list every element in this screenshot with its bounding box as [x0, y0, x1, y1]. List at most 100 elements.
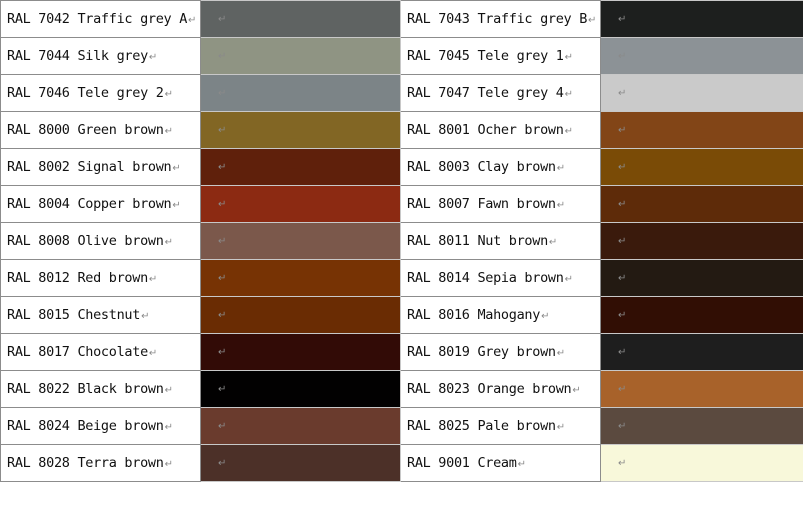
- paragraph-mark-icon: ↵: [164, 237, 173, 248]
- color-swatch-cell: ↵: [600, 370, 803, 408]
- color-name-label: RAL 8007 Fawn brown: [407, 196, 556, 212]
- paragraph-mark-icon: ↵: [618, 236, 627, 248]
- table-row: RAL 8004 Copper brown↵ ↵ RAL 8007 Fawn bro…: [0, 185, 803, 223]
- paragraph-mark-icon: ↵: [572, 385, 581, 396]
- color-name-label: RAL 8012 Red brown: [7, 270, 148, 286]
- color-swatch-cell: ↵: [600, 407, 803, 445]
- color-swatch-cell: ↵: [600, 296, 803, 334]
- color-swatch-cell: ↵: [600, 148, 803, 186]
- color-name-label: RAL 8023 Orange brown: [407, 381, 572, 397]
- color-name-label: RAL 8016 Mahogany: [407, 307, 541, 323]
- color-swatch-cell: ↵: [200, 296, 401, 334]
- color-name-label: RAL 8015 Chestnut: [7, 307, 141, 323]
- color-name-cell: RAL 8003 Clay brown↵: [400, 148, 601, 186]
- color-name-label: RAL 8019 Grey brown: [407, 344, 556, 360]
- paragraph-mark-icon: ↵: [218, 384, 227, 396]
- color-name-label: RAL 7042 Traffic grey A: [7, 11, 188, 27]
- paragraph-mark-icon: ↵: [556, 422, 565, 433]
- table-row: RAL 7042 Traffic grey A↵ ↵ RAL 7043 Traffi…: [0, 0, 803, 38]
- color-swatch-cell: ↵: [200, 333, 401, 371]
- color-name-cell: RAL 8017 Chocolate↵: [0, 333, 201, 371]
- color-name-label: RAL 8003 Clay brown: [407, 159, 556, 175]
- table-row: RAL 8002 Signal brown↵ ↵ RAL 8003 Clay bro…: [0, 148, 803, 186]
- paragraph-mark-icon: ↵: [564, 126, 573, 137]
- paragraph-mark-icon: ↵: [556, 200, 565, 211]
- paragraph-mark-icon: ↵: [164, 459, 173, 470]
- color-swatch-cell: ↵: [200, 185, 401, 223]
- paragraph-mark-icon: ↵: [172, 200, 181, 211]
- color-name-label: RAL 7044 Silk grey: [7, 48, 148, 64]
- paragraph-mark-icon: ↵: [218, 421, 227, 433]
- color-name-label: RAL 8008 Olive brown: [7, 233, 164, 249]
- table-row: RAL 8008 Olive brown↵ ↵ RAL 8011 Nut brown…: [0, 222, 803, 260]
- color-swatch-cell: ↵: [200, 0, 401, 38]
- color-name-label: RAL 8002 Signal brown: [7, 159, 172, 175]
- table-row: RAL 8028 Terra brown↵ ↵ RAL 9001 Cream↵ ↵: [0, 444, 803, 482]
- color-name-label: RAL 7047 Tele grey 4: [407, 85, 564, 101]
- paragraph-mark-icon: ↵: [218, 125, 227, 137]
- color-name-cell: RAL 8000 Green brown↵: [0, 111, 201, 149]
- color-name-label: RAL 9001 Cream: [407, 455, 517, 471]
- paragraph-mark-icon: ↵: [218, 88, 227, 100]
- color-name-cell: RAL 8007 Fawn brown↵: [400, 185, 601, 223]
- color-swatch-cell: ↵: [600, 111, 803, 149]
- color-swatch-cell: ↵: [600, 333, 803, 371]
- color-name-label: RAL 7043 Traffic grey B: [407, 11, 588, 27]
- color-swatch-cell: ↵: [200, 222, 401, 260]
- paragraph-mark-icon: ↵: [218, 458, 227, 470]
- ral-color-table-body: RAL 7042 Traffic grey A↵ ↵ RAL 7043 Traffi…: [0, 0, 803, 482]
- table-row: RAL 8015 Chestnut↵ ↵ RAL 8016 Mahogany↵ ↵: [0, 296, 803, 334]
- paragraph-mark-icon: ↵: [618, 162, 627, 174]
- paragraph-mark-icon: ↵: [164, 89, 173, 100]
- color-name-label: RAL 8004 Copper brown: [7, 196, 172, 212]
- paragraph-mark-icon: ↵: [164, 126, 173, 137]
- paragraph-mark-icon: ↵: [218, 236, 227, 248]
- paragraph-mark-icon: ↵: [618, 199, 627, 211]
- color-name-cell: RAL 8028 Terra brown↵: [0, 444, 201, 482]
- paragraph-mark-icon: ↵: [618, 347, 627, 359]
- paragraph-mark-icon: ↵: [556, 348, 565, 359]
- color-name-cell: RAL 7045 Tele grey 1↵: [400, 37, 601, 75]
- color-name-cell: RAL 8012 Red brown↵: [0, 259, 201, 297]
- color-name-cell: RAL 8024 Beige brown↵: [0, 407, 201, 445]
- paragraph-mark-icon: ↵: [618, 421, 627, 433]
- color-name-cell: RAL 8004 Copper brown↵: [0, 185, 201, 223]
- paragraph-mark-icon: ↵: [564, 52, 573, 63]
- paragraph-mark-icon: ↵: [541, 311, 550, 322]
- color-name-cell: RAL 8019 Grey brown↵: [400, 333, 601, 371]
- color-name-cell: RAL 8011 Nut brown↵: [400, 222, 601, 260]
- color-swatch-cell: ↵: [600, 185, 803, 223]
- paragraph-mark-icon: ↵: [588, 15, 597, 26]
- table-row: RAL 8017 Chocolate↵ ↵ RAL 8019 Grey brown↵…: [0, 333, 803, 371]
- color-swatch-cell: ↵: [600, 444, 803, 482]
- paragraph-mark-icon: ↵: [218, 310, 227, 322]
- color-swatch-cell: ↵: [200, 444, 401, 482]
- color-name-label: RAL 8028 Terra brown: [7, 455, 164, 471]
- color-name-cell: RAL 8025 Pale brown↵: [400, 407, 601, 445]
- color-swatch-cell: ↵: [600, 222, 803, 260]
- paragraph-mark-icon: ↵: [548, 237, 557, 248]
- color-name-cell: RAL 8008 Olive brown↵: [0, 222, 201, 260]
- paragraph-mark-icon: ↵: [618, 458, 627, 470]
- color-name-label: RAL 7046 Tele grey 2: [7, 85, 164, 101]
- table-row: RAL 8022 Black brown↵ ↵ RAL 8023 Orange br…: [0, 370, 803, 408]
- paragraph-mark-icon: ↵: [148, 348, 157, 359]
- color-name-cell: RAL 8002 Signal brown↵: [0, 148, 201, 186]
- table-row: RAL 7046 Tele grey 2↵ ↵ RAL 7047 Tele grey…: [0, 74, 803, 112]
- paragraph-mark-icon: ↵: [172, 163, 181, 174]
- paragraph-mark-icon: ↵: [218, 51, 227, 63]
- color-name-cell: RAL 7044 Silk grey↵: [0, 37, 201, 75]
- color-name-label: RAL 8000 Green brown: [7, 122, 164, 138]
- color-name-label: RAL 8022 Black brown: [7, 381, 164, 397]
- color-name-label: RAL 8001 Ocher brown: [407, 122, 564, 138]
- color-name-cell: RAL 9001 Cream↵: [400, 444, 601, 482]
- paragraph-mark-icon: ↵: [188, 15, 197, 26]
- color-swatch-cell: ↵: [600, 0, 803, 38]
- color-name-label: RAL 8011 Nut brown: [407, 233, 548, 249]
- color-swatch-cell: ↵: [200, 148, 401, 186]
- color-name-cell: RAL 7043 Traffic grey B↵: [400, 0, 601, 38]
- paragraph-mark-icon: ↵: [618, 51, 627, 63]
- color-swatch-cell: ↵: [600, 259, 803, 297]
- color-swatch-cell: ↵: [200, 407, 401, 445]
- color-swatch-cell: ↵: [600, 37, 803, 75]
